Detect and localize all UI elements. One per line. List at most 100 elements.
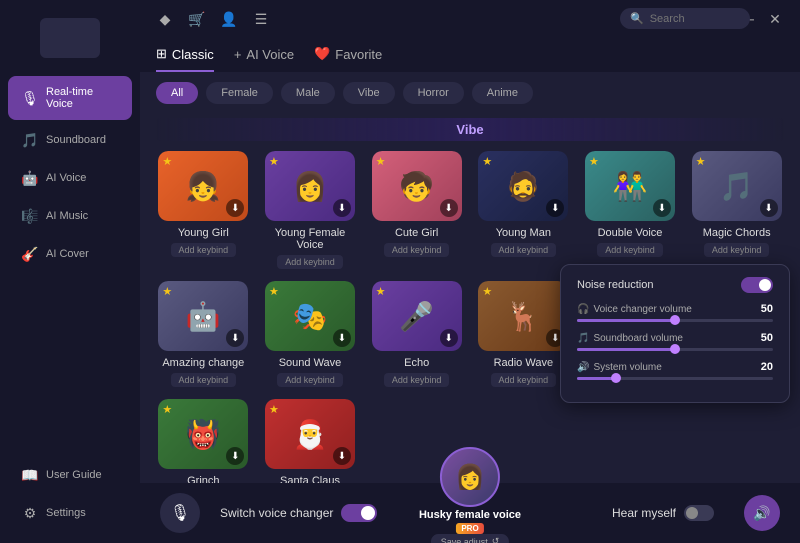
soundboard-volume-row: 🎵 Soundboard volume 50 [577, 332, 773, 351]
sidebar-bottom-label-1: Settings [46, 507, 86, 519]
card-name: Echo [404, 357, 429, 369]
sidebar-bottom-item-user-guide[interactable]: 📖User Guide [8, 457, 132, 493]
star-badge: ★ [376, 285, 386, 298]
voice-changer-slider-thumb [670, 315, 680, 325]
system-volume-row: 🔊 System volume 20 [577, 361, 773, 380]
sidebar-item-ai-cover[interactable]: 🎸AI Cover [8, 236, 132, 272]
hear-myself: Hear myself [612, 505, 714, 521]
voice-card-young-girl[interactable]: 👧 ★ ⬇ Young Girl Add keybind [156, 151, 251, 269]
soundboard-slider-track[interactable] [577, 348, 773, 351]
content-area: Vibe 👧 ★ ⬇ Young Girl Add keybind 👩 ★ ⬇ … [140, 114, 800, 483]
voice-card-amazing-change[interactable]: 🤖 ★ ⬇ Amazing change Add keybind [156, 281, 251, 387]
filter-pill-anime[interactable]: Anime [472, 82, 533, 104]
voice-card-double-voice[interactable]: 👫 ★ ⬇ Double Voice Add keybind [583, 151, 678, 269]
sidebar-label-3: AI Music [46, 210, 88, 222]
sidebar-item-soundboard[interactable]: 🎵Soundboard [8, 122, 132, 158]
search-input[interactable] [650, 13, 740, 25]
center-voice-name: Husky female voice [419, 509, 521, 521]
card-name: Young Girl [178, 227, 229, 239]
voice-card-magic-chords[interactable]: 🎵 ★ ⬇ Magic Chords Add keybind [689, 151, 784, 269]
sidebar-label-2: AI Voice [46, 172, 86, 184]
speaker-button[interactable]: 🔊 [744, 495, 780, 531]
system-slider-track[interactable] [577, 377, 773, 380]
filter-pill-female[interactable]: Female [206, 82, 273, 104]
card-name: Young Female Voice [263, 227, 358, 251]
add-keybind-button[interactable]: Add keybind [277, 255, 343, 269]
sidebar: 🎙Real-time Voice🎵Soundboard🤖AI Voice🎼AI … [0, 0, 140, 543]
card-name: Double Voice [598, 227, 663, 239]
card-grid-row1: 👧 ★ ⬇ Young Girl Add keybind 👩 ★ ⬇ Young… [156, 151, 784, 269]
card-image: 🎤 ★ ⬇ [372, 281, 462, 351]
add-keybind-button[interactable]: Add keybind [384, 373, 450, 387]
card-image: 🎅 ★ ⬇ [265, 399, 355, 469]
mic-button[interactable]: 🎙 [160, 493, 200, 533]
hear-myself-toggle[interactable] [684, 505, 714, 521]
card-image: 🤖 ★ ⬇ [158, 281, 248, 351]
voice-card-cute-girl[interactable]: 🧒 ★ ⬇ Cute Girl Add keybind [369, 151, 464, 269]
voice-changer-toggle[interactable] [341, 504, 377, 522]
card-image: 🦌 ★ ⬇ [478, 281, 568, 351]
discord-icon[interactable]: ◆ [156, 10, 174, 28]
star-badge: ★ [376, 155, 386, 168]
tab-favorite[interactable]: ❤️ Favorite [314, 46, 382, 72]
card-image: 👫 ★ ⬇ [585, 151, 675, 221]
save-adjust-icon: ↺ [492, 536, 500, 543]
search-icon: 🔍 [630, 12, 644, 25]
shop-icon[interactable]: 🛒 [188, 10, 206, 28]
download-badge: ⬇ [333, 199, 351, 217]
tab-ai-voice[interactable]: + AI Voice [234, 47, 294, 72]
card-name: Amazing change [162, 357, 244, 369]
menu-icon[interactable]: ☰ [252, 10, 270, 28]
add-keybind-button[interactable]: Add keybind [704, 243, 770, 257]
card-image: 👩 ★ ⬇ [265, 151, 355, 221]
voice-card-santa-claus[interactable]: 🎅 ★ ⬇ Santa Claus Add keybind [263, 399, 358, 483]
voice-changer-slider-track[interactable] [577, 319, 773, 322]
add-keybind-button[interactable]: Add keybind [491, 373, 557, 387]
card-name: Magic Chords [703, 227, 771, 239]
classic-icon: ⊞ [156, 46, 167, 62]
add-keybind-button[interactable]: Add keybind [597, 243, 663, 257]
sidebar-bottom-item-settings[interactable]: ⚙Settings [8, 495, 132, 531]
save-adjust-button[interactable]: Save adjust ↺ [431, 534, 510, 543]
card-name: Cute Girl [395, 227, 438, 239]
pro-badge: PRO [456, 523, 483, 534]
bottom-bar: 🎙 Switch voice changer 👩 Husky female vo… [140, 483, 800, 543]
filter-bar: All Female Male Vibe Horror Anime [140, 72, 800, 114]
add-keybind-button[interactable]: Add keybind [491, 243, 557, 257]
add-keybind-button[interactable]: Add keybind [171, 373, 237, 387]
sidebar-item-ai-voice[interactable]: 🤖AI Voice [8, 160, 132, 196]
soundboard-value: 50 [761, 332, 773, 344]
voice-card-echo[interactable]: 🎤 ★ ⬇ Echo Add keybind [369, 281, 464, 387]
ai-voice-icon: + [234, 47, 242, 62]
sidebar-item-ai-music[interactable]: 🎼AI Music [8, 198, 132, 234]
add-keybind-button[interactable]: Add keybind [277, 373, 343, 387]
voice-card-grinch[interactable]: 👹 ★ ⬇ Grinch Add keybind [156, 399, 251, 483]
card-name: Sound Wave [279, 357, 342, 369]
tab-classic[interactable]: ⊞ Classic [156, 46, 214, 72]
add-keybind-button[interactable]: Add keybind [384, 243, 450, 257]
system-icon: 🔊 [577, 362, 589, 373]
filter-pill-all[interactable]: All [156, 82, 198, 104]
close-icon[interactable]: ✕ [766, 10, 784, 28]
system-value: 20 [761, 361, 773, 373]
download-badge: ⬇ [440, 329, 458, 347]
filter-pill-male[interactable]: Male [281, 82, 335, 104]
filter-pill-horror[interactable]: Horror [403, 82, 464, 104]
star-badge: ★ [269, 155, 279, 168]
system-volume-label: 🔊 System volume [577, 362, 662, 373]
voice-card-sound-wave[interactable]: 🎭 ★ ⬇ Sound Wave Add keybind [263, 281, 358, 387]
sidebar-item-real-time-voice[interactable]: 🎙Real-time Voice [8, 76, 132, 120]
filter-pill-vibe[interactable]: Vibe [343, 82, 395, 104]
sidebar-icon-0: 🎙 [22, 90, 38, 106]
voice-card-young-man[interactable]: 🧔 ★ ⬇ Young Man Add keybind [476, 151, 571, 269]
star-badge: ★ [269, 403, 279, 416]
section-label: Vibe [156, 118, 784, 141]
voice-card-radio-wave[interactable]: 🦌 ★ ⬇ Radio Wave Add keybind [476, 281, 571, 387]
star-badge: ★ [589, 155, 599, 168]
card-name: Grinch [187, 475, 219, 483]
voice-card-young-female-voice[interactable]: 👩 ★ ⬇ Young Female Voice Add keybind [263, 151, 358, 269]
user-icon[interactable]: 👤 [220, 10, 238, 28]
noise-reduction-toggle[interactable] [741, 277, 773, 293]
add-keybind-button[interactable]: Add keybind [171, 243, 237, 257]
card-image: 🎵 ★ ⬇ [692, 151, 782, 221]
